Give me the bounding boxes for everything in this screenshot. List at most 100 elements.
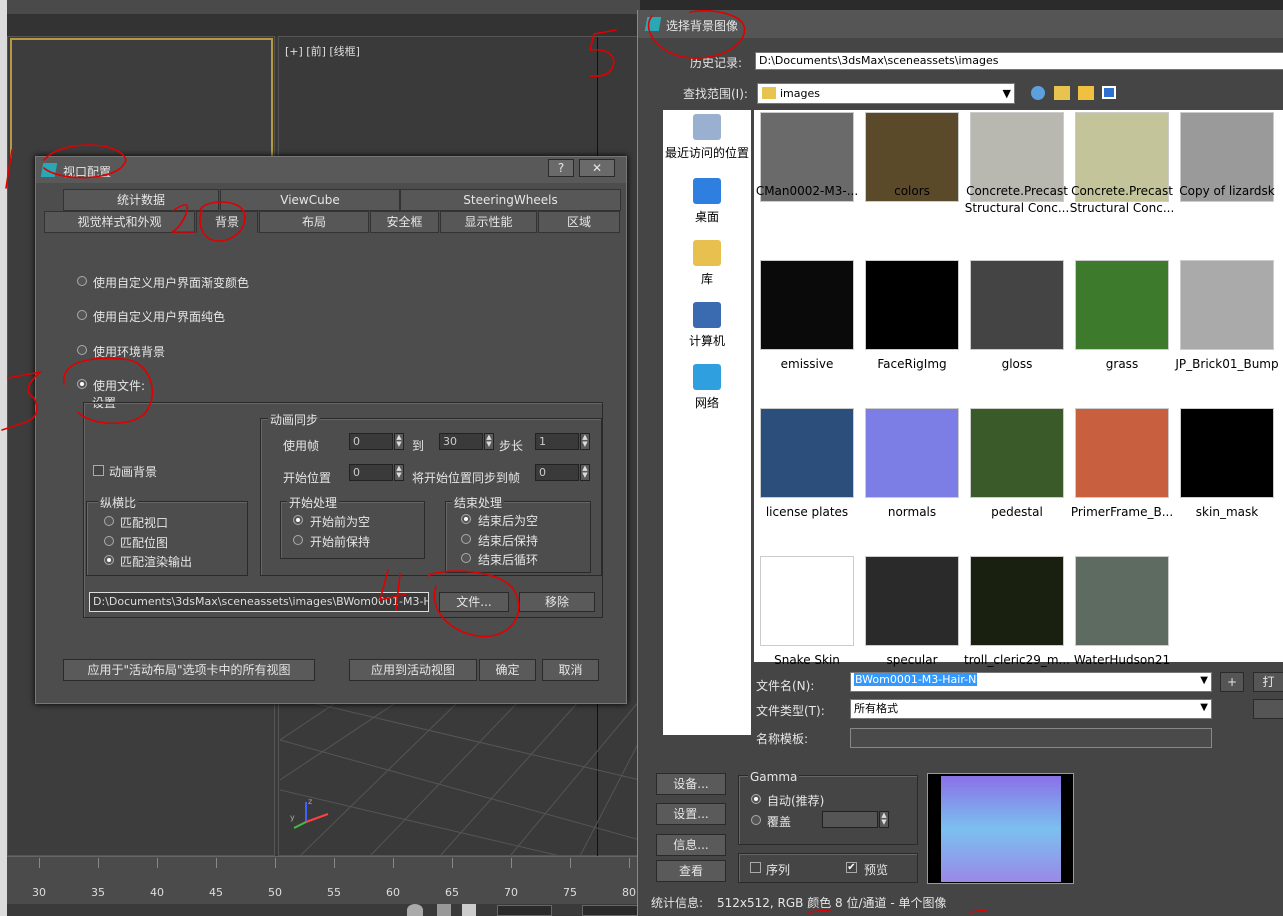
tab-row2-3[interactable]: 安全框 — [370, 211, 439, 233]
tab-2[interactable]: SteeringWheels — [400, 189, 621, 211]
file-thumbnail[interactable] — [760, 556, 854, 646]
dialog-titlebar[interactable]: 视口配置 ? ✕ — [36, 157, 626, 183]
file-thumbnail[interactable] — [760, 408, 854, 498]
tab-0[interactable]: 统计数据 — [63, 189, 219, 211]
back-icon[interactable] — [1031, 86, 1045, 100]
bg-option-radio-1[interactable] — [77, 310, 87, 320]
cancel-button[interactable]: 取消 — [542, 659, 599, 681]
file-thumbnail[interactable] — [865, 408, 959, 498]
start-pos-spin-arrows[interactable]: ▲ ▼ — [394, 464, 404, 481]
sidebar-item-3[interactable]: 计算机 — [663, 302, 751, 349]
file-button[interactable]: 文件... — [439, 592, 509, 612]
tab-1[interactable]: ViewCube — [220, 189, 400, 211]
cancel-file-button[interactable] — [1253, 699, 1283, 719]
tab-row2-1[interactable]: 背景 — [196, 211, 258, 233]
sync-label: 将开始位置同步到帧 — [412, 471, 521, 485]
remove-button[interactable]: 移除 — [519, 592, 595, 612]
sidebar-icon-2 — [693, 240, 721, 266]
apply-all-views-button[interactable]: 应用于"活动布局"选项卡中的所有视图 — [63, 659, 315, 681]
tab-row2-5[interactable]: 区域 — [538, 211, 620, 233]
setup-button[interactable]: 设置... — [656, 803, 726, 825]
sidebar-item-4[interactable]: 网络 — [663, 364, 751, 411]
tab-row2-4[interactable]: 显示性能 — [440, 211, 537, 233]
bg-option-radio-2[interactable] — [77, 345, 87, 355]
end-proc-label-2: 结束后循环 — [478, 553, 539, 567]
view-menu-icon[interactable] — [1102, 86, 1116, 99]
sync-spin-arrows[interactable]: ▲ ▼ — [580, 464, 590, 481]
use-frame-spinner[interactable]: 0 — [349, 433, 393, 450]
filetype-dropdown[interactable]: 所有格式 ▼ — [850, 699, 1212, 719]
new-folder-icon[interactable] — [1078, 86, 1094, 100]
help-button[interactable]: ? — [548, 159, 574, 177]
aspect-radio-2[interactable] — [104, 555, 114, 565]
lookin-dropdown[interactable]: images ▼ — [757, 83, 1015, 104]
history-dropdown[interactable]: D:\Documents\3dsMax\sceneassets\images — [755, 52, 1283, 70]
sidebar-item-1[interactable]: 桌面 — [663, 178, 751, 225]
bg-option-radio-0[interactable] — [77, 276, 87, 286]
ruler-tick-label: 45 — [209, 886, 223, 899]
gamma-override-radio[interactable] — [751, 815, 761, 825]
aspect-radio-1[interactable] — [104, 536, 114, 546]
step-spin-arrows[interactable]: ▲ ▼ — [580, 433, 590, 450]
device-button[interactable]: 设备... — [656, 773, 726, 795]
key-icon[interactable] — [437, 904, 451, 916]
step-spinner[interactable]: 1 — [535, 433, 579, 450]
filename-field[interactable]: BWom0001-M3-Hair-N ▼ — [850, 672, 1212, 692]
gamma-auto-radio[interactable] — [751, 794, 761, 804]
apply-active-view-button[interactable]: 应用到活动视图 — [349, 659, 477, 681]
end-proc-radio-1[interactable] — [461, 534, 471, 544]
end-proc-radio-2[interactable] — [461, 553, 471, 563]
aspect-radio-0[interactable] — [104, 516, 114, 526]
file-thumbnail[interactable] — [760, 260, 854, 350]
info-button[interactable]: 信息... — [656, 834, 726, 856]
start-pos-spinner[interactable]: 0 — [349, 464, 393, 481]
file-thumbnail[interactable] — [970, 260, 1064, 350]
aspect-label-0: 匹配视口 — [120, 516, 169, 530]
file-thumbnail[interactable] — [865, 260, 959, 350]
file-thumbnail[interactable] — [1075, 260, 1169, 350]
tab-row2-0[interactable]: 视觉样式和外观 — [44, 211, 195, 233]
preview-checkbox[interactable]: ✔ — [846, 862, 857, 873]
sync-spinner[interactable]: 0 — [535, 464, 579, 481]
tab-row2-2[interactable]: 布局 — [259, 211, 369, 233]
file-thumbnail[interactable] — [1180, 408, 1274, 498]
lock-icon[interactable] — [407, 904, 423, 916]
end-proc-radio-0[interactable] — [461, 514, 471, 524]
template-field[interactable] — [850, 728, 1212, 748]
file-dialog-titlebar[interactable]: 选择背景图像 — [638, 10, 1283, 38]
start-proc-radio-1[interactable] — [293, 535, 303, 545]
sidebar-item-0[interactable]: 最近访问的位置 — [663, 114, 751, 161]
gamma-spin-arrows[interactable]: ▲ ▼ — [879, 811, 889, 828]
y-coord-field[interactable] — [582, 905, 640, 916]
close-button[interactable]: ✕ — [579, 159, 615, 177]
file-thumbnail[interactable] — [1075, 556, 1169, 646]
viewport-config-dialog: 视口配置 ? ✕ 统计数据 ViewCube SteeringWheels 视觉样式和… — [35, 156, 627, 704]
up-folder-icon[interactable] — [1054, 86, 1070, 100]
to-spinner[interactable]: 30 — [439, 433, 483, 450]
file-thumbnail[interactable] — [865, 556, 959, 646]
ok-button[interactable]: 确定 — [479, 659, 536, 681]
start-proc-radio-0[interactable] — [293, 515, 303, 525]
gamma-override-spinner[interactable] — [822, 811, 878, 828]
sidebar-icon-4 — [693, 364, 721, 390]
selection-lock-icon[interactable] — [462, 904, 476, 916]
preview-image — [927, 773, 1074, 884]
sequence-checkbox[interactable] — [750, 862, 761, 873]
use-frame-spin-arrows[interactable]: ▲ ▼ — [394, 433, 404, 450]
open-button[interactable]: 打 — [1253, 672, 1283, 692]
file-thumbnail[interactable] — [970, 408, 1064, 498]
plus-button[interactable]: + — [1220, 672, 1244, 692]
file-thumbnail[interactable] — [1180, 260, 1274, 350]
bg-option-radio-3[interactable] — [77, 379, 87, 389]
animate-bg-checkbox[interactable] — [93, 465, 104, 476]
sidebar-item-2[interactable]: 库 — [663, 240, 751, 287]
viewport-label[interactable]: [+] [前] [线框] — [285, 43, 360, 59]
file-path-field[interactable]: D:\Documents\3dsMax\sceneassets\images\B… — [89, 592, 429, 612]
file-name: pedestal — [991, 505, 1043, 519]
sidebar-label-0: 最近访问的位置 — [664, 146, 749, 160]
view-button[interactable]: 查看 — [656, 860, 726, 882]
file-thumbnail[interactable] — [970, 556, 1064, 646]
x-coord-field[interactable] — [497, 905, 552, 916]
to-spin-arrows[interactable]: ▲ ▼ — [484, 433, 494, 450]
file-thumbnail[interactable] — [1075, 408, 1169, 498]
